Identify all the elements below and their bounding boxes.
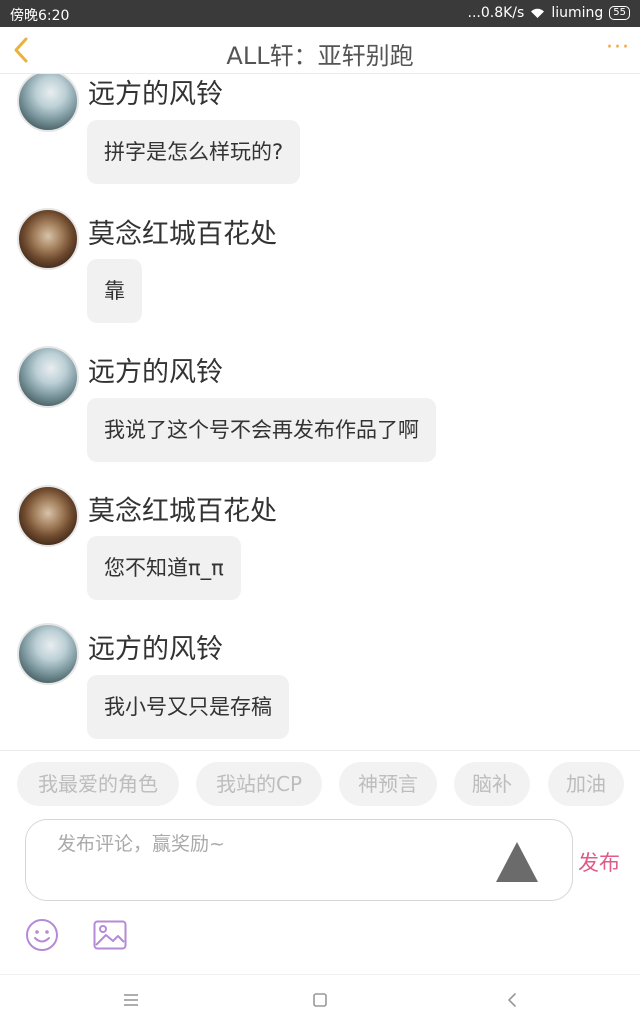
- chat-list[interactable]: 远方的风铃 拼字是怎么样玩的? 莫念红城百花处 靠 远方的风铃 我说了这个号不会…: [0, 74, 640, 750]
- message-bubble[interactable]: 我小号又只是存稿: [87, 675, 289, 739]
- tag-cheer[interactable]: 加油: [548, 762, 624, 806]
- text-cursor-handle-icon[interactable]: [496, 842, 538, 882]
- user-avatar[interactable]: [17, 74, 79, 132]
- username[interactable]: 莫念红城百花处: [88, 212, 277, 251]
- username[interactable]: 远方的风铃: [88, 627, 223, 666]
- message-bubble[interactable]: 靠: [87, 259, 142, 323]
- message-bubble[interactable]: 我说了这个号不会再发布作品了啊: [87, 398, 436, 462]
- network-speed: ...0.8K/s: [467, 5, 525, 21]
- username[interactable]: 远方的风铃: [88, 350, 223, 389]
- tag-favorite-character[interactable]: 我最爱的角色: [17, 762, 179, 806]
- wifi-icon: [531, 8, 545, 18]
- battery-indicator: 55: [609, 6, 630, 20]
- wifi-name: liuming: [551, 5, 604, 21]
- quick-tags: 我最爱的角色 我站的CP 神预言 脑补 加油: [0, 762, 640, 808]
- menu-icon[interactable]: [118, 987, 144, 1013]
- tag-imagine[interactable]: 脑补: [454, 762, 530, 806]
- username[interactable]: 莫念红城百花处: [88, 489, 277, 528]
- system-nav-bar: [0, 974, 640, 1024]
- message-bubble[interactable]: 拼字是怎么样玩的?: [87, 120, 301, 184]
- user-avatar[interactable]: [17, 623, 79, 685]
- user-avatar[interactable]: [17, 485, 79, 547]
- publish-button[interactable]: 发布: [578, 847, 620, 877]
- status-time: 傍晚6:20: [10, 8, 70, 24]
- username[interactable]: 远方的风铃: [88, 74, 223, 111]
- tag-my-cp[interactable]: 我站的CP: [196, 762, 322, 806]
- status-right: ...0.8K/s liuming 55: [467, 5, 630, 21]
- nav-bar: ALL轩：亚轩别跑 ···: [0, 27, 640, 74]
- status-bar: 傍晚6:20 ...0.8K/s liuming 55: [0, 0, 640, 27]
- user-avatar[interactable]: [17, 346, 79, 408]
- message-bubble[interactable]: 您不知道π_π: [87, 536, 241, 600]
- more-dots-icon[interactable]: ···: [606, 35, 630, 60]
- page-title: ALL轩：亚轩别跑: [226, 42, 414, 70]
- user-avatar[interactable]: [17, 208, 79, 270]
- comment-input[interactable]: 发布评论，赢奖励~: [25, 819, 573, 901]
- composer-tools: [0, 916, 640, 960]
- comment-placeholder: 发布评论，赢奖励~: [57, 833, 225, 855]
- smiley-icon[interactable]: [25, 918, 59, 952]
- image-icon[interactable]: [93, 920, 127, 950]
- divider: [0, 750, 640, 751]
- back-icon[interactable]: [499, 987, 525, 1013]
- home-square-icon[interactable]: [307, 987, 333, 1013]
- tag-prophecy[interactable]: 神预言: [339, 762, 437, 806]
